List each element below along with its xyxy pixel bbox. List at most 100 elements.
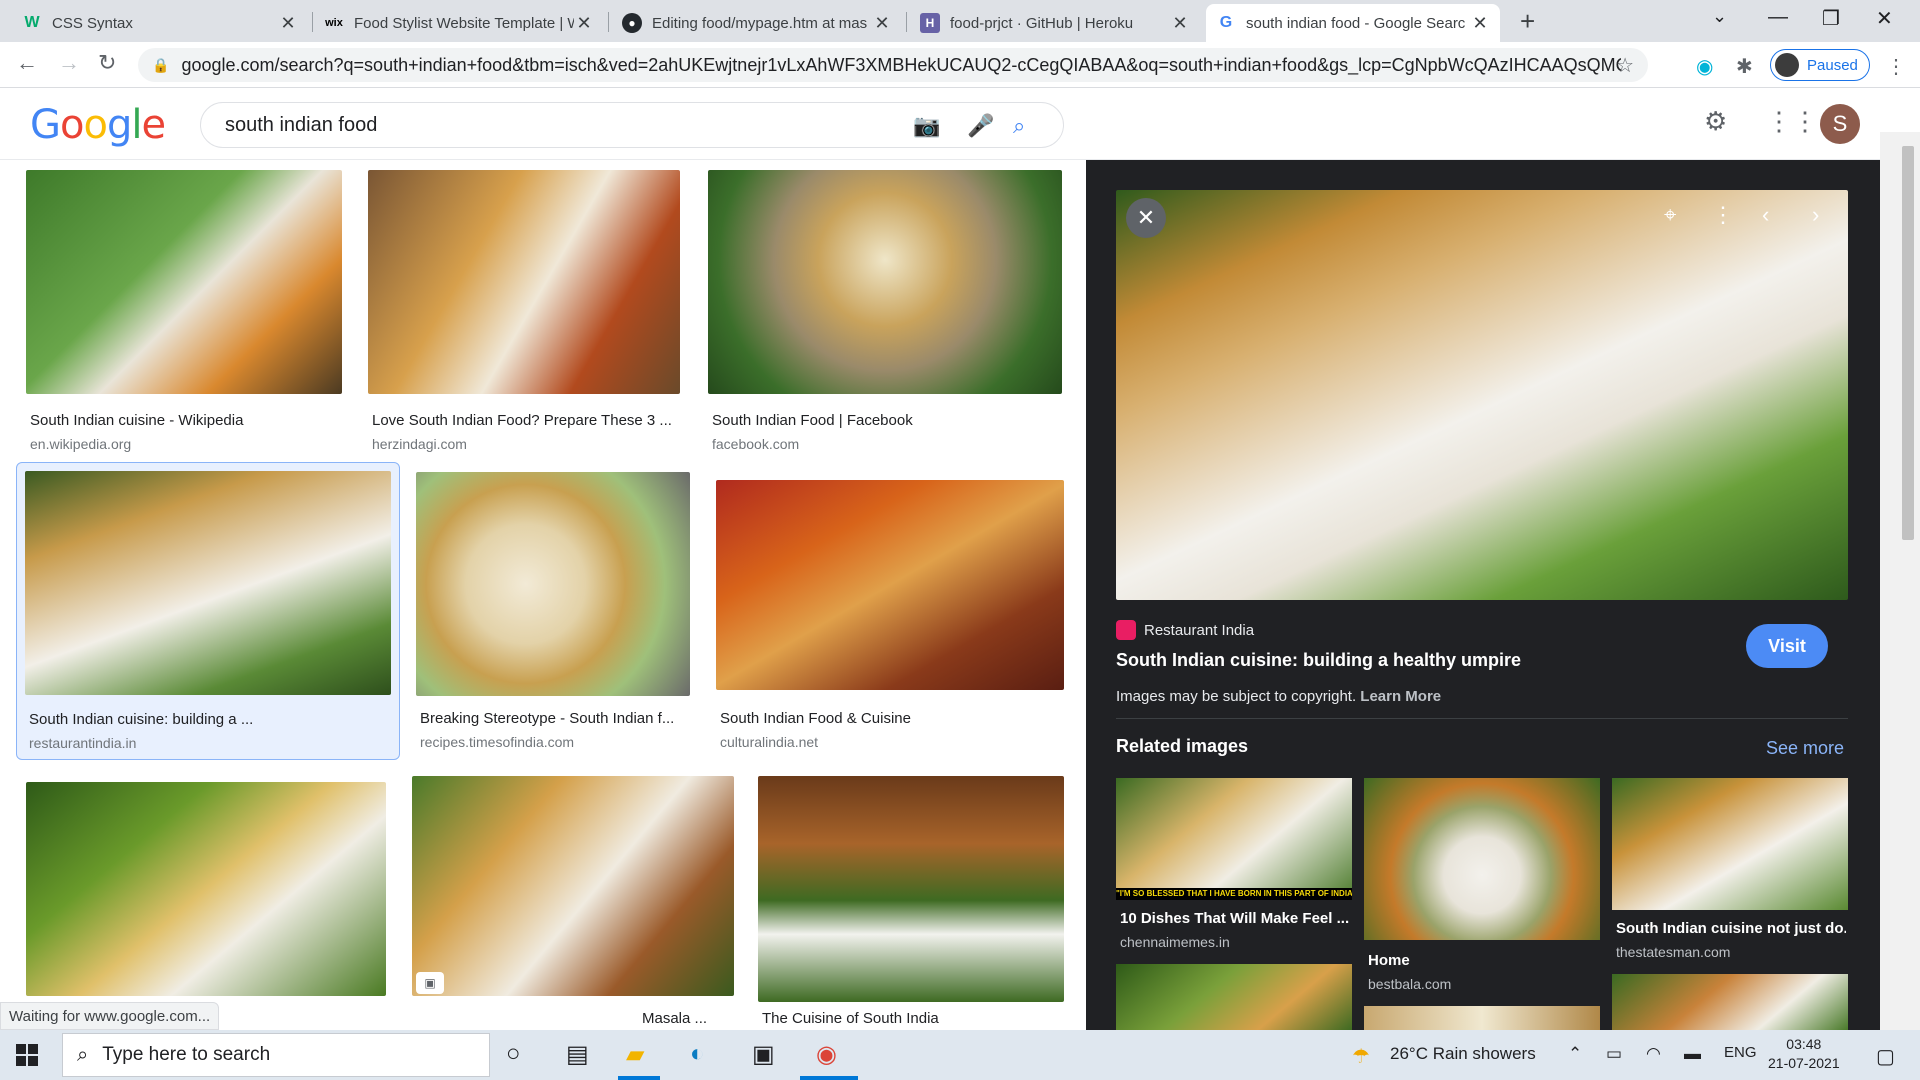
notifications-icon[interactable]: ▢ (1876, 1044, 1895, 1069)
preview-image[interactable] (1116, 190, 1848, 600)
microphone-icon[interactable]: 🎤 (967, 113, 994, 139)
result-thumbnail[interactable] (708, 170, 1062, 394)
related-thumbnail[interactable] (1364, 778, 1600, 940)
result-thumbnail[interactable] (25, 471, 391, 695)
back-button[interactable]: ← (16, 50, 38, 76)
related-thumbnail[interactable] (1612, 778, 1848, 910)
related-image[interactable] (1364, 1006, 1600, 1030)
maximize-button[interactable]: ❐ (1822, 6, 1840, 31)
image-result[interactable] (26, 782, 386, 1002)
preview-source[interactable]: Restaurant India (1116, 620, 1254, 640)
windows-start-icon[interactable] (16, 1044, 38, 1071)
address-bar[interactable]: 🔒 google.com/search?q=south+indian+food&… (138, 48, 1648, 82)
close-tab-icon[interactable]: ✕ (872, 13, 892, 34)
close-preview-button[interactable]: ✕ (1126, 198, 1166, 238)
profile-button[interactable]: Paused (1770, 49, 1870, 81)
tab-css-syntax[interactable]: W CSS Syntax ✕ (12, 4, 308, 42)
related-image[interactable]: South Indian cuisine not just do... thes… (1612, 778, 1848, 968)
task-view-icon[interactable]: ▤ (566, 1040, 589, 1069)
system-clock[interactable]: 03:48 21-07-2021 (1768, 1035, 1840, 1073)
result-title[interactable]: South Indian cuisine - Wikipedia (30, 412, 340, 429)
tab-heroku[interactable]: H food-prjct · GitHub | Heroku ✕ (910, 4, 1200, 42)
cortana-icon[interactable]: ○ (506, 1040, 521, 1068)
reload-button[interactable]: ↻ (98, 50, 116, 76)
taskbar-search-input[interactable]: ⌕ Type here to search (62, 1033, 490, 1077)
related-image[interactable] (1612, 974, 1848, 1030)
close-tab-icon[interactable]: ✕ (1470, 13, 1490, 34)
result-thumbnail[interactable] (416, 472, 690, 696)
image-result[interactable]: South Indian cuisine - Wikipedia en.wiki… (26, 170, 342, 460)
related-image[interactable]: Home bestbala.com (1364, 778, 1600, 992)
tab-food-stylist[interactable]: wix Food Stylist Website Template | W ✕ (314, 4, 604, 42)
result-title[interactable]: South Indian Food & Cuisine (720, 710, 1060, 727)
image-result[interactable]: South Indian Food & Cuisine culturalindi… (716, 480, 1064, 762)
language-indicator[interactable]: ENG (1724, 1044, 1757, 1061)
result-title[interactable]: The Cuisine of South India (762, 1010, 1062, 1027)
page-scrollbar[interactable] (1880, 132, 1920, 1030)
learn-more-link[interactable]: Learn More (1360, 688, 1441, 705)
google-logo[interactable]: Google (30, 102, 166, 148)
result-title[interactable]: Breaking Stereotype - South Indian f... (420, 710, 690, 727)
image-result[interactable]: Breaking Stereotype - South Indian f... … (416, 472, 690, 762)
tab-github-editing[interactable]: ● Editing food/mypage.htm at mas ✕ (612, 4, 902, 42)
see-more-link[interactable]: See more (1766, 738, 1844, 759)
bookmark-star-icon[interactable]: ☆ (1616, 53, 1634, 78)
related-title[interactable]: 10 Dishes That Will Make Feel ... (1120, 910, 1350, 927)
tab-search-icon[interactable]: ⌄ (1712, 6, 1727, 27)
result-thumbnail[interactable] (716, 480, 1064, 690)
previous-image-icon[interactable]: ‹ (1762, 202, 1769, 228)
close-tab-icon[interactable]: ✕ (278, 13, 298, 34)
related-thumbnail[interactable] (1116, 964, 1352, 1030)
file-explorer-icon[interactable]: ▰ (626, 1040, 644, 1069)
related-thumbnail[interactable] (1364, 1006, 1600, 1030)
store-icon[interactable]: ▣ (752, 1040, 775, 1069)
result-title[interactable]: Love South Indian Food? Prepare These 3 … (372, 412, 678, 429)
result-thumbnail[interactable] (368, 170, 680, 394)
result-thumbnail[interactable] (412, 776, 734, 996)
related-title[interactable]: Home (1368, 952, 1598, 969)
apps-grid-icon[interactable]: ⋮⋮ (1766, 106, 1818, 137)
camera-icon[interactable]: 📷 (913, 113, 940, 139)
device-icon[interactable]: ▭ (1606, 1044, 1622, 1064)
preview-title[interactable]: South Indian cuisine: building a healthy… (1116, 650, 1521, 671)
image-result[interactable]: The Cuisine of South India (758, 776, 1064, 1030)
new-tab-button[interactable]: + (1520, 6, 1535, 37)
settings-gear-icon[interactable]: ⚙ (1704, 106, 1727, 137)
search-input[interactable]: south indian food 📷 🎤 ⌕ (200, 102, 1064, 148)
scrollbar-thumb[interactable] (1902, 146, 1914, 540)
lock-icon[interactable]: 🔒 (152, 57, 169, 74)
image-result[interactable]: South Indian Food | Facebook facebook.co… (708, 170, 1062, 460)
result-thumbnail[interactable] (26, 170, 342, 394)
related-image[interactable]: "I'M SO BLESSED THAT I HAVE BORN IN THIS… (1116, 778, 1352, 954)
related-thumbnail[interactable] (1612, 974, 1848, 1030)
chrome-icon[interactable]: ◉ (816, 1040, 837, 1069)
visit-button[interactable]: Visit (1746, 624, 1828, 668)
result-thumbnail[interactable] (26, 782, 386, 996)
forward-button[interactable]: → (58, 50, 80, 76)
image-result[interactable]: ▣ Masala ... (412, 776, 734, 1030)
show-hidden-icons-chevron[interactable]: ⌃ (1568, 1044, 1582, 1064)
edge-icon[interactable]: ◐ (690, 1040, 705, 1068)
result-title[interactable]: South Indian Food | Facebook (712, 412, 1062, 429)
tab-google-search[interactable]: G south indian food - Google Searc ✕ (1206, 4, 1500, 42)
minimize-button[interactable]: — (1768, 6, 1788, 29)
puzzle-extensions-icon[interactable]: ✱ (1736, 54, 1753, 79)
result-thumbnail[interactable] (758, 776, 1064, 1002)
lens-icon[interactable]: ⌖ (1664, 202, 1676, 228)
related-image[interactable] (1116, 964, 1352, 1030)
weather-text[interactable]: 26°C Rain showers (1390, 1044, 1536, 1064)
more-options-icon[interactable]: ⋮ (1712, 202, 1734, 228)
related-title[interactable]: South Indian cuisine not just do... (1616, 920, 1846, 937)
wifi-icon[interactable]: ◠ (1646, 1044, 1661, 1064)
image-result-selected[interactable]: South Indian cuisine: building a ... res… (16, 462, 400, 760)
extension-icon[interactable]: ◉ (1696, 54, 1713, 79)
weather-icon[interactable]: ☂ (1352, 1044, 1370, 1069)
image-result[interactable]: Love South Indian Food? Prepare These 3 … (368, 170, 680, 460)
battery-icon[interactable]: ▬ (1684, 1044, 1701, 1064)
result-title[interactable]: South Indian cuisine: building a ... (29, 711, 389, 728)
result-title[interactable]: Masala ... (642, 1010, 732, 1027)
search-icon[interactable]: ⌕ (1013, 113, 1025, 139)
account-avatar[interactable]: S (1820, 104, 1860, 144)
close-tab-icon[interactable]: ✕ (574, 13, 594, 34)
close-tab-icon[interactable]: ✕ (1170, 13, 1190, 34)
